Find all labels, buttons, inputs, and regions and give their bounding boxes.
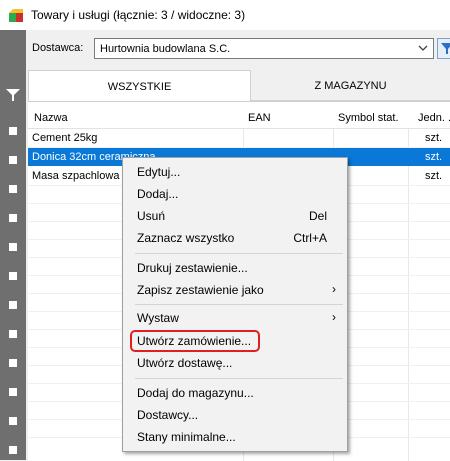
- cell-unit: szt.: [425, 170, 443, 182]
- tab-all[interactable]: WSZYSTKIE: [28, 70, 251, 101]
- cell-name: Cement 25kg: [32, 132, 98, 144]
- menu-item-create-delivery[interactable]: Utwórz dostawę...: [137, 356, 232, 370]
- menu-separator: [135, 253, 343, 254]
- supplier-value: Hurtownia budowlana S.C.: [100, 43, 231, 55]
- strip-marker: [9, 388, 17, 396]
- column-header-name[interactable]: Nazwa: [34, 112, 68, 124]
- menu-item-edit[interactable]: Edytuj...: [137, 165, 180, 179]
- cell-unit: szt.: [425, 132, 443, 144]
- menu-item-create-order[interactable]: Utwórz zamówienie...: [137, 334, 251, 348]
- chevron-down-icon: [418, 45, 428, 51]
- strip-marker: [9, 243, 17, 251]
- app-cube-icon: [9, 9, 23, 22]
- menu-item-delete[interactable]: Usuń: [137, 209, 165, 223]
- supplier-label: Dostawca:: [32, 42, 84, 54]
- supplier-select[interactable]: Hurtownia budowlana S.C.: [94, 38, 434, 59]
- funnel-filter-icon[interactable]: [6, 88, 20, 102]
- menu-item-add-to-warehouse[interactable]: Dodaj do magazynu...: [137, 386, 254, 400]
- menu-item-issue[interactable]: Wystaw: [137, 311, 179, 325]
- menu-separator: [135, 304, 343, 305]
- menu-separator: [135, 378, 343, 379]
- menu-item-save-report-as[interactable]: Zapisz zestawienie jako: [137, 283, 264, 297]
- title-bar: Towary i usługi (łącznie: 3 / widoczne: …: [0, 0, 450, 30]
- shortcut-delete: Del: [308, 209, 327, 223]
- context-menu: Edytuj... Dodaj... Usuń Del Zaznacz wszy…: [122, 157, 348, 452]
- menu-item-add[interactable]: Dodaj...: [137, 187, 178, 201]
- row-divider: [28, 147, 450, 148]
- column-header-unit[interactable]: Jedn. ...: [418, 112, 450, 124]
- strip-marker: [9, 330, 17, 338]
- menu-item-suppliers[interactable]: Dostawcy...: [137, 408, 198, 422]
- left-toolbar-strip: [0, 30, 26, 460]
- shortcut-select-all: Ctrl+A: [293, 231, 327, 245]
- funnel-icon: [441, 43, 450, 54]
- submenu-chevron-icon: ›: [332, 310, 336, 324]
- strip-marker: [9, 185, 17, 193]
- strip-marker: [9, 272, 17, 280]
- menu-item-minimum-stock[interactable]: Stany minimalne...: [137, 430, 236, 444]
- strip-marker: [9, 127, 17, 135]
- submenu-chevron-icon: ›: [332, 282, 336, 296]
- menu-item-select-all[interactable]: Zaznacz wszystko: [137, 231, 234, 245]
- strip-marker: [9, 446, 17, 454]
- strip-marker: [9, 417, 17, 425]
- menu-item-print-report[interactable]: Drukuj zestawienie...: [137, 261, 248, 275]
- strip-marker: [9, 156, 17, 164]
- strip-marker: [9, 359, 17, 367]
- column-header-ean[interactable]: EAN: [248, 112, 271, 124]
- table-row[interactable]: Cement 25kg szt.: [28, 129, 450, 147]
- cell-name: Masa szpachlowa: [32, 170, 120, 182]
- filter-button[interactable]: [437, 38, 450, 59]
- window-title: Towary i usługi (łącznie: 3 / widoczne: …: [31, 8, 246, 22]
- strip-marker: [9, 301, 17, 309]
- column-header-symbol[interactable]: Symbol stat.: [338, 112, 399, 124]
- cell-unit: szt.: [425, 151, 443, 163]
- tab-from-warehouse[interactable]: Z MAGAZYNU: [251, 70, 450, 101]
- grid-header: Nazwa EAN Symbol stat. Jedn. ...: [28, 102, 450, 129]
- strip-marker: [9, 214, 17, 222]
